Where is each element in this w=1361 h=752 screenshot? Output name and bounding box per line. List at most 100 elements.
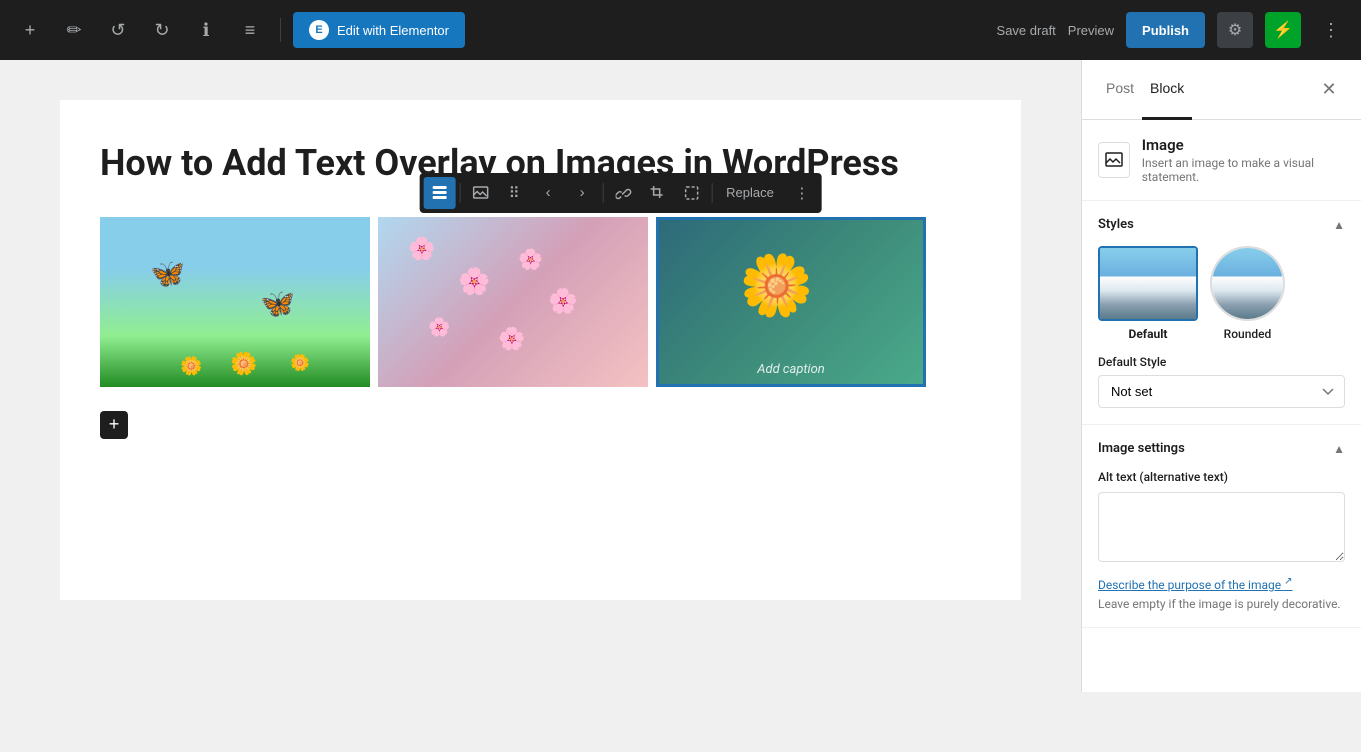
block-tab[interactable]: Block (1142, 60, 1192, 120)
edit-elementor-btn[interactable]: E Edit with Elementor (293, 12, 465, 48)
default-style-container: Default Style Not set Default Rounded (1098, 355, 1345, 408)
toolbar-sep-2 (602, 183, 603, 203)
cherry-6-icon: 🌸 (498, 327, 525, 352)
alt-text-input[interactable] (1098, 492, 1345, 562)
pen-icon: ✏ (66, 20, 81, 41)
cherry-2-icon: 🌸 (458, 267, 490, 297)
butterfly-2-icon: 🦋 (260, 287, 295, 320)
image-settings-header[interactable]: Image settings ▲ (1098, 441, 1345, 456)
styles-label: Styles (1098, 217, 1134, 232)
image-toolbar: ⠿ ‹ › Replace ⋮ (419, 173, 822, 213)
mountain-preview-default (1100, 248, 1196, 319)
sidebar-panel: Post Block ✕ Image Insert an image to ma… (1081, 60, 1361, 692)
styles-section-header[interactable]: Styles ▲ (1098, 217, 1345, 232)
image-align-btn[interactable] (423, 177, 455, 209)
style-rounded-preview (1212, 248, 1283, 319)
lightning-icon: ⚡ (1273, 20, 1293, 40)
top-toolbar: + ✏ ↺ ↻ ℹ ≡ E Edit with Elementor Save d… (0, 0, 1361, 60)
settings-btn[interactable]: ⚙ (1217, 12, 1253, 48)
style-default-preview (1100, 248, 1196, 319)
cherry-5-icon: 🌸 (428, 317, 450, 338)
block-icon (1098, 142, 1130, 178)
default-style-label: Default Style (1098, 355, 1345, 369)
add-block-toolbar-btn[interactable]: + (12, 12, 48, 48)
drag-icon: ⠿ (509, 184, 520, 202)
daisy-image: 🌼 (656, 217, 926, 387)
style-rounded-label: Rounded (1210, 327, 1285, 341)
preview-btn[interactable]: Preview (1068, 23, 1114, 38)
add-block-area: + (100, 411, 981, 439)
info-icon: ℹ (203, 20, 210, 41)
image-more-btn[interactable]: ⋮ (786, 177, 818, 209)
crop-btn[interactable] (641, 177, 673, 209)
style-default-box (1098, 246, 1198, 321)
gallery-block: ⠿ ‹ › Replace ⋮ (100, 217, 981, 387)
image-settings-chevron-icon: ▲ (1333, 442, 1345, 456)
describe-link-container: Describe the purpose of the image ↗ (1098, 574, 1345, 593)
styles-section: Styles ▲ Default (1082, 201, 1361, 425)
list-btn[interactable]: ≡ (232, 12, 268, 48)
gallery-item-3-wrapper[interactable]: 🌼 Add caption (656, 217, 926, 387)
describe-link[interactable]: Describe the purpose of the image ↗ (1098, 578, 1293, 592)
block-desc: Insert an image to make a visual stateme… (1142, 156, 1345, 184)
undo-icon: ↺ (110, 20, 125, 41)
toolbar-divider (280, 18, 281, 42)
flower-3-icon: 🌼 (290, 353, 310, 372)
add-block-btn[interactable]: + (100, 411, 128, 439)
leave-empty-text: Leave empty if the image is purely decor… (1098, 597, 1345, 611)
flower-2-icon: 🌼 (230, 352, 257, 377)
list-icon: ≡ (245, 20, 256, 41)
select-region-btn[interactable] (675, 177, 707, 209)
drag-handle-btn[interactable]: ⠿ (498, 177, 530, 209)
link-btn[interactable] (607, 177, 639, 209)
cherry-image: 🌸 🌸 🌸 🌸 🌸 🌸 (378, 217, 648, 387)
styles-chevron-icon: ▲ (1333, 218, 1345, 232)
block-info: Image Insert an image to make a visual s… (1082, 120, 1361, 201)
toolbar-right: Save draft Preview Publish ⚙ ⚡ ⋮ (997, 12, 1349, 48)
gallery-item-1[interactable]: 🦋 🦋 🌼 🌼 🌼 (100, 217, 370, 387)
performance-btn[interactable]: ⚡ (1265, 12, 1301, 48)
external-link-icon: ↗ (1284, 576, 1292, 587)
main-layout: How to Add Text Overlay on Images in Wor… (0, 60, 1361, 692)
gallery-item-2[interactable]: 🌸 🌸 🌸 🌸 🌸 🌸 (378, 217, 648, 387)
style-rounded-box (1210, 246, 1285, 321)
style-default-label: Default (1098, 327, 1198, 341)
butterfly-1-icon: 🦋 (150, 257, 185, 290)
post-tab[interactable]: Post (1098, 60, 1142, 120)
publish-btn[interactable]: Publish (1126, 12, 1205, 48)
daisy-icon: 🌼 (739, 250, 814, 321)
undo-btn[interactable]: ↺ (100, 12, 136, 48)
mountain-preview-rounded (1212, 248, 1283, 319)
prev-block-btn[interactable]: ‹ (532, 177, 564, 209)
post-content: How to Add Text Overlay on Images in Wor… (60, 100, 1021, 600)
more-icon: ⋮ (1322, 20, 1340, 41)
flower-1-icon: 🌼 (180, 356, 202, 377)
elementor-logo: E (309, 20, 329, 40)
more-menu-btn[interactable]: ⋮ (1313, 12, 1349, 48)
toolbar-sep-3 (711, 183, 712, 203)
sidebar-close-btn[interactable]: ✕ (1313, 74, 1345, 106)
block-text: Image Insert an image to make a visual s… (1142, 136, 1345, 184)
add-block-icon: + (109, 414, 120, 435)
gallery-grid: 🦋 🦋 🌼 🌼 🌼 🌸 🌸 🌸 🌸 (100, 217, 981, 387)
replace-btn[interactable]: Replace (716, 177, 784, 209)
redo-btn[interactable]: ↻ (144, 12, 180, 48)
style-rounded-option[interactable]: Rounded (1210, 246, 1285, 341)
cherry-3-icon: 🌸 (518, 247, 543, 271)
info-btn[interactable]: ℹ (188, 12, 224, 48)
default-style-select[interactable]: Not set Default Rounded (1098, 375, 1345, 408)
settings-icon: ⚙ (1228, 20, 1242, 40)
style-default-option[interactable]: Default (1098, 246, 1198, 341)
image-settings-section: Image settings ▲ Alt text (alternative t… (1082, 425, 1361, 628)
describe-link-text: Describe the purpose of the image (1098, 578, 1281, 592)
plus-icon: + (25, 20, 36, 41)
redo-icon: ↻ (154, 20, 169, 41)
sidebar-header: Post Block ✕ (1082, 60, 1361, 120)
edit-elementor-label: Edit with Elementor (337, 23, 449, 38)
cherry-4-icon: 🌸 (548, 287, 578, 315)
save-draft-btn[interactable]: Save draft (997, 23, 1056, 38)
next-block-btn[interactable]: › (566, 177, 598, 209)
image-insert-btn[interactable] (464, 177, 496, 209)
editor-area: How to Add Text Overlay on Images in Wor… (0, 60, 1081, 692)
edit-pen-btn[interactable]: ✏ (56, 12, 92, 48)
